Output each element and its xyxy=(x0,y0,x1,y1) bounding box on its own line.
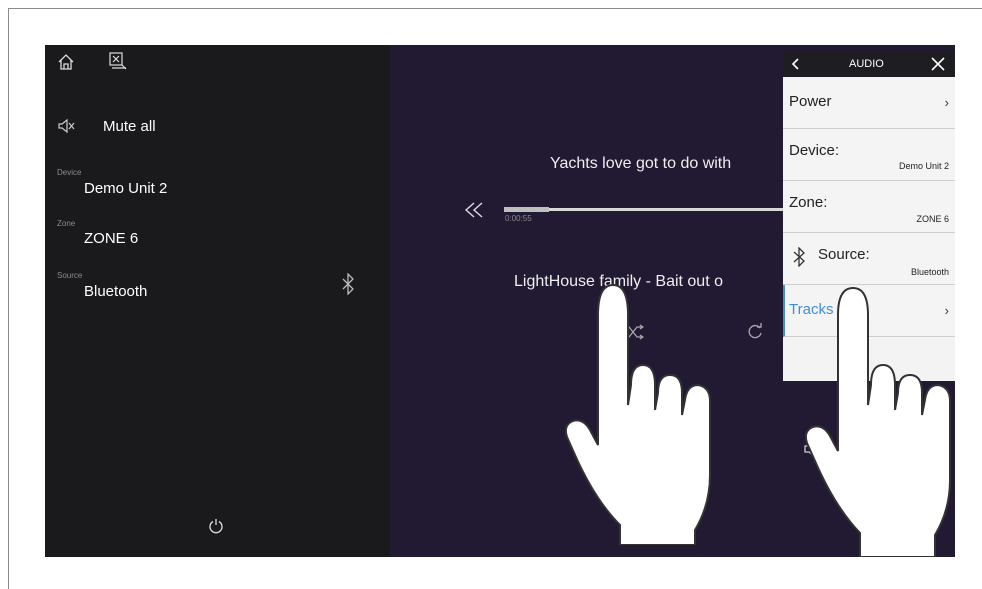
menu-item-label: Source: xyxy=(818,246,870,263)
zone-value: ZONE 6 xyxy=(84,230,139,247)
mute-icon xyxy=(57,118,75,134)
mute-all-label: Mute all xyxy=(103,118,156,135)
repeat-icon[interactable] xyxy=(746,323,764,341)
menu-item-label: Device: xyxy=(789,142,840,159)
bluetooth-icon xyxy=(793,247,805,267)
progress-fill xyxy=(504,207,549,212)
chevron-right-icon: › xyxy=(944,95,949,110)
menu-item-label: Zone: xyxy=(789,194,828,211)
power-icon[interactable] xyxy=(208,518,224,534)
zone-selector[interactable]: Zone ZONE 6 xyxy=(57,217,357,253)
close-icon[interactable] xyxy=(931,57,945,71)
source-caption: Source xyxy=(57,271,83,280)
device-value: Demo Unit 2 xyxy=(84,180,168,197)
menu-item-value: ZONE 6 xyxy=(916,214,949,224)
device-screen: Mute all Device Demo Unit 2 Zone ZONE 6 … xyxy=(45,45,955,557)
device-caption: Device xyxy=(57,168,82,177)
menu-item-value: Demo Unit 2 xyxy=(898,161,949,171)
skip-back-icon[interactable] xyxy=(463,201,485,219)
source-value: Bluetooth xyxy=(84,283,148,300)
bluetooth-icon xyxy=(341,273,355,295)
zone-caption: Zone xyxy=(57,219,76,228)
mute-all-button[interactable]: Mute all xyxy=(57,115,257,139)
tap-hand-illustration-left xyxy=(565,283,711,545)
frame-left-line xyxy=(8,8,9,589)
song-title: Yachts love got to do with xyxy=(550,155,732,172)
menu-item-power[interactable]: Power › xyxy=(783,77,955,129)
screen-off-icon[interactable] xyxy=(108,51,128,71)
home-icon[interactable] xyxy=(57,53,75,71)
frame-top-line xyxy=(8,8,982,9)
device-selector[interactable]: Device Demo Unit 2 xyxy=(57,166,357,202)
tap-hand-illustration-right xyxy=(805,286,951,557)
source-selector[interactable]: Source Bluetooth xyxy=(57,269,377,305)
menu-item-label: Power xyxy=(789,93,832,110)
left-panel: Mute all Device Demo Unit 2 Zone ZONE 6 … xyxy=(45,45,390,557)
menu-header: AUDIO xyxy=(783,51,955,77)
menu-item-device[interactable]: Device: Demo Unit 2 xyxy=(783,129,955,181)
menu-item-value: Bluetooth xyxy=(910,267,949,277)
menu-title: AUDIO xyxy=(849,58,884,70)
elapsed-time: 0:00:55 xyxy=(505,214,532,223)
menu-item-source[interactable]: Source: Bluetooth xyxy=(783,233,955,285)
menu-item-zone[interactable]: Zone: ZONE 6 xyxy=(783,181,955,233)
back-chevron-icon[interactable] xyxy=(791,58,799,70)
progress-bar[interactable] xyxy=(504,207,784,212)
